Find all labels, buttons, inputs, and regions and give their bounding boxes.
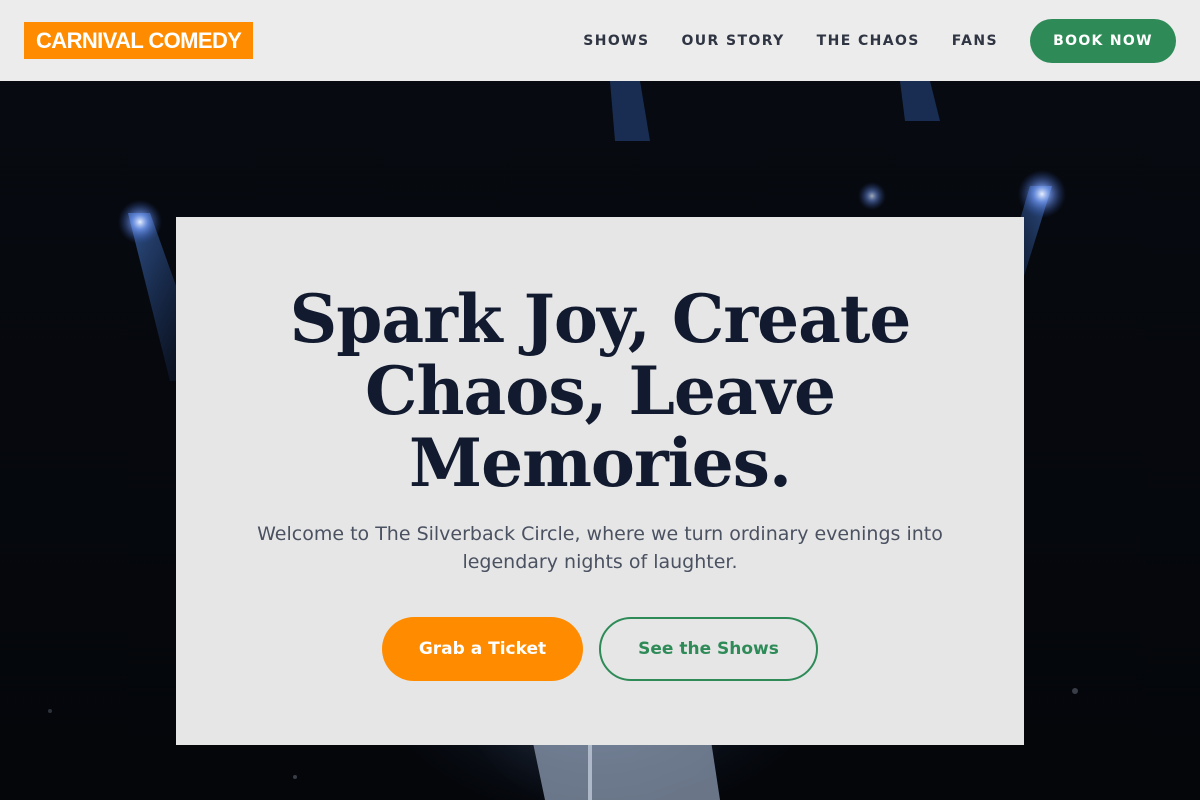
hero-section: Spark Joy, Create Chaos, Leave Memories.… bbox=[0, 81, 1200, 800]
hero-headline: Spark Joy, Create Chaos, Leave Memories. bbox=[289, 280, 912, 502]
hero-card: Spark Joy, Create Chaos, Leave Memories.… bbox=[176, 217, 1024, 745]
brand-logo[interactable]: CARNIVAL COMEDY bbox=[24, 22, 254, 59]
see-shows-button[interactable]: See the Shows bbox=[599, 617, 818, 681]
nav-link-our-story[interactable]: OUR STORY bbox=[681, 33, 784, 49]
book-now-button[interactable]: BOOK NOW bbox=[1030, 18, 1176, 63]
main-nav: SHOWS OUR STORY THE CHAOS FANS BOOK NOW bbox=[583, 18, 1176, 63]
nav-link-the-chaos[interactable]: THE CHAOS bbox=[817, 33, 920, 49]
hero-subtext: Welcome to The Silverback Circle, where … bbox=[257, 523, 943, 573]
grab-ticket-button[interactable]: Grab a Ticket bbox=[382, 617, 583, 681]
nav-link-shows[interactable]: SHOWS bbox=[583, 33, 649, 49]
site-header: CARNIVAL COMEDY SHOWS OUR STORY THE CHAO… bbox=[0, 0, 1200, 81]
nav-link-fans[interactable]: FANS bbox=[952, 33, 998, 49]
